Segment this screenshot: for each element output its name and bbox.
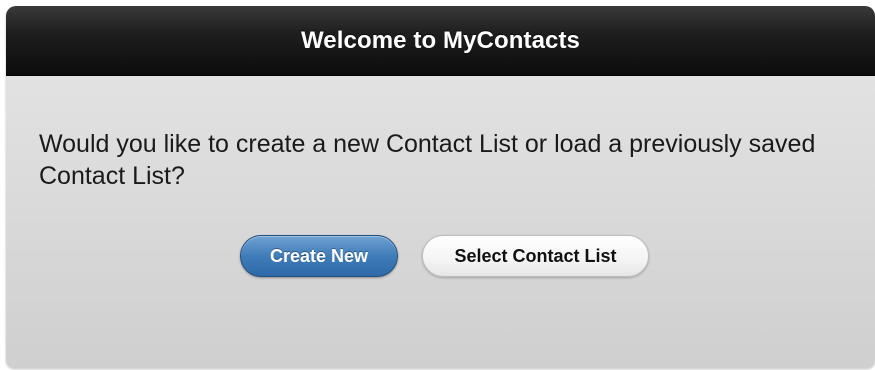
dialog-title: Welcome to MyContacts <box>300 26 581 54</box>
dialog-titlebar: Welcome to MyContacts <box>6 6 875 76</box>
welcome-dialog: Welcome to MyContacts Would you like to … <box>6 6 875 368</box>
select-contact-list-button[interactable]: Select Contact List <box>422 235 649 277</box>
dialog-button-row: Create New Select Contact List <box>6 235 875 279</box>
create-new-button[interactable]: Create New <box>240 235 398 277</box>
dialog-message: Would you like to create a new Contact L… <box>39 130 816 190</box>
